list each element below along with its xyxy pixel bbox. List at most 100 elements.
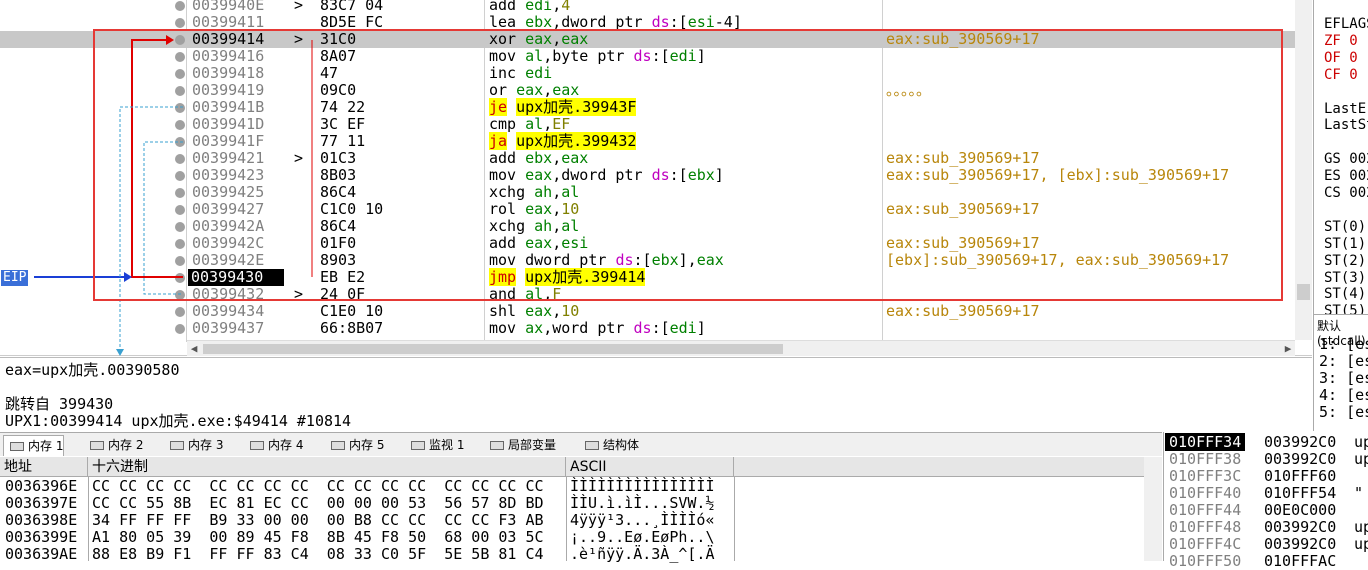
- dump-scrollbar[interactable]: [1144, 457, 1162, 561]
- tab-8[interactable]: 结构体: [579, 435, 639, 456]
- instruction-token: eax: [525, 302, 553, 320]
- tab-2[interactable]: 内存 2: [84, 435, 143, 456]
- dump-ascii: ÌÌÌÌÌÌÌÌÌÌÌÌÌÌÌÌ: [570, 477, 715, 495]
- dump-hex: 88 E8 B9 F1 FF FF 83 C4 08 33 C0 5F 5E 5…: [92, 545, 544, 563]
- instruction: mov ax,word ptr ds:[edi]: [489, 320, 706, 337]
- arg-line: 4: [esp+10]: [1319, 386, 1368, 404]
- tab-icon: [411, 441, 425, 450]
- stack-comment: up: [1354, 518, 1368, 536]
- tab-icon: [490, 441, 504, 450]
- stack-value: 010FFFAC: [1264, 552, 1337, 570]
- header-blank: [734, 457, 1144, 477]
- stack-address: 010FFF48: [1169, 518, 1242, 536]
- arg-line: 1: [esp+4]: [1319, 335, 1368, 353]
- register-line: LastStatus: [1324, 117, 1368, 134]
- horizontal-scrollbar[interactable]: ◀ ▶: [187, 340, 1295, 356]
- disassembly-view[interactable]: 0039940E >83C7 04 add edi,4 00399411 8D5E FC…: [0, 0, 1312, 356]
- opcode-bytes: C1E0 10: [320, 302, 384, 320]
- register-line: CS 0023: [1324, 185, 1368, 201]
- scroll-thumb[interactable]: [203, 344, 783, 354]
- header-address: 地址: [0, 457, 88, 477]
- stack-value: 003992C0: [1264, 518, 1337, 536]
- scroll-left-icon[interactable]: ◀: [187, 341, 201, 357]
- arg-line: 3: [esp+C]: [1319, 369, 1368, 387]
- tab-icon: [90, 441, 104, 450]
- register-line: ES 002B: [1324, 168, 1368, 185]
- stack-address: 010FFF40: [1169, 484, 1242, 502]
- arg-line: 2: [esp+8]: [1319, 352, 1368, 370]
- register-line: ST(5): [1324, 303, 1367, 314]
- tab-7[interactable]: 局部变量: [484, 435, 556, 456]
- vertical-scrollbar[interactable]: [1295, 0, 1312, 340]
- divider: [734, 477, 735, 561]
- stack-comment: up: [1354, 535, 1368, 553]
- divider: [88, 477, 89, 561]
- eip-label: EIP: [1, 270, 29, 286]
- header-ascii: ASCII: [566, 457, 734, 477]
- dump-ascii: ÌÌU.ì.ìÌ...SVW.½: [570, 494, 715, 512]
- dump-ascii: ¡..9..Eø.EøPh..\: [570, 528, 715, 546]
- dump-address: 003639AE: [5, 545, 78, 563]
- stack-address: 010FFF4C: [1169, 535, 1242, 553]
- stack-comment: ": [1354, 484, 1364, 502]
- instruction-token: ,: [543, 319, 553, 337]
- stack-comment: up: [1354, 433, 1368, 451]
- instruction-token: shl: [489, 302, 526, 320]
- instruction-token: 10: [561, 302, 580, 320]
- instruction-token: edi: [669, 319, 697, 337]
- stack-address: 010FFF44: [1169, 501, 1242, 519]
- instruction-token: mov: [489, 319, 526, 337]
- instruction-token: word ptr: [552, 319, 634, 337]
- dump-address: 0036399E: [5, 528, 78, 546]
- instruction-token: ,: [552, 0, 562, 14]
- stack-address: 010FFF50: [1169, 552, 1242, 570]
- memory-dump[interactable]: 地址 十六进制 ASCII 0036396E CC CC CC CC CC CC …: [0, 457, 1162, 563]
- comment: eax:sub_390569+17: [886, 302, 1040, 320]
- register-line: GS 002B: [1324, 151, 1368, 168]
- instruction-token: ,: [552, 302, 562, 320]
- stack-address: 010FFF38: [1169, 450, 1242, 468]
- tab-icon: [170, 441, 184, 450]
- info-line-3: UPX1:00399414 upx加壳.exe:$49414 #10814: [5, 412, 352, 430]
- dump-tabs: 内存 1 内存 2 内存 3 内存 4 内存 5 监视 1 局部变量 结构体: [0, 432, 1162, 456]
- stack-value: 003992C0: [1264, 450, 1337, 468]
- tab-5[interactable]: 内存 5: [325, 435, 384, 456]
- tab-3[interactable]: 内存 3: [164, 435, 223, 456]
- info-panel: eax=upx加壳.00390580 跳转自 399430 UPX1:00399…: [0, 357, 1312, 430]
- scroll-right-icon[interactable]: ▶: [1281, 341, 1295, 357]
- stack-address: 010FFF34: [1165, 433, 1246, 451]
- stack-view[interactable]: 010FFF34 003992C0 up 010FFF38 003992C0 up 010F…: [1163, 432, 1368, 570]
- register-line: EFLAGS: [1324, 16, 1368, 32]
- stack-value: 003992C0: [1264, 433, 1337, 451]
- registers-panel[interactable]: EFLAGSZF 0OF 0CF 0 LastErrorLastStatus GS …: [1313, 0, 1368, 314]
- dump-address: 0036396E: [5, 477, 78, 495]
- arg-line: 5: [esp+14]: [1319, 403, 1368, 421]
- tab-4[interactable]: 内存 4: [244, 435, 303, 456]
- register-line: ST(1): [1324, 235, 1367, 252]
- register-line: LastError: [1324, 100, 1368, 117]
- stack-comment: up: [1354, 450, 1368, 468]
- register-line: ST(2): [1324, 252, 1367, 269]
- stack-value: 010FFF54: [1264, 484, 1337, 502]
- tab-6[interactable]: 监视 1: [405, 435, 464, 456]
- dump-hex: CC CC 55 8B EC 81 EC CC 00 00 00 53 56 5…: [92, 494, 544, 512]
- instruction-token: add: [489, 0, 526, 14]
- arrow-head-icon: [116, 349, 124, 356]
- dump-ascii: 4ÿÿÿ¹3...¸ÌÌÌÌó«: [570, 511, 715, 529]
- register-line: ZF 0: [1324, 32, 1358, 49]
- scroll-thumb[interactable]: [1297, 284, 1310, 300]
- tab-1[interactable]: 内存 1: [3, 435, 65, 456]
- call-args-panel[interactable]: 默认 (stdcall) 1: [esp+4]2: [esp+8]3: [esp…: [1313, 314, 1368, 431]
- tab-icon: [585, 441, 599, 450]
- stack-address: 010FFF3C: [1169, 467, 1242, 485]
- divider: [566, 477, 567, 561]
- opcode-bytes: 66:8B07: [320, 319, 384, 337]
- tab-icon: [250, 441, 264, 450]
- instruction: add edi,4: [489, 0, 570, 14]
- dump-hex: A1 80 05 39 00 89 45 F8 8B 45 F8 50 68 0…: [92, 528, 544, 546]
- stack-value: 010FFF60: [1264, 467, 1337, 485]
- dump-address: 0036398E: [5, 511, 78, 529]
- instruction-token: ax: [525, 319, 544, 337]
- stack-value: 00E0C000: [1264, 501, 1337, 519]
- register-line: ST(4): [1324, 286, 1367, 303]
